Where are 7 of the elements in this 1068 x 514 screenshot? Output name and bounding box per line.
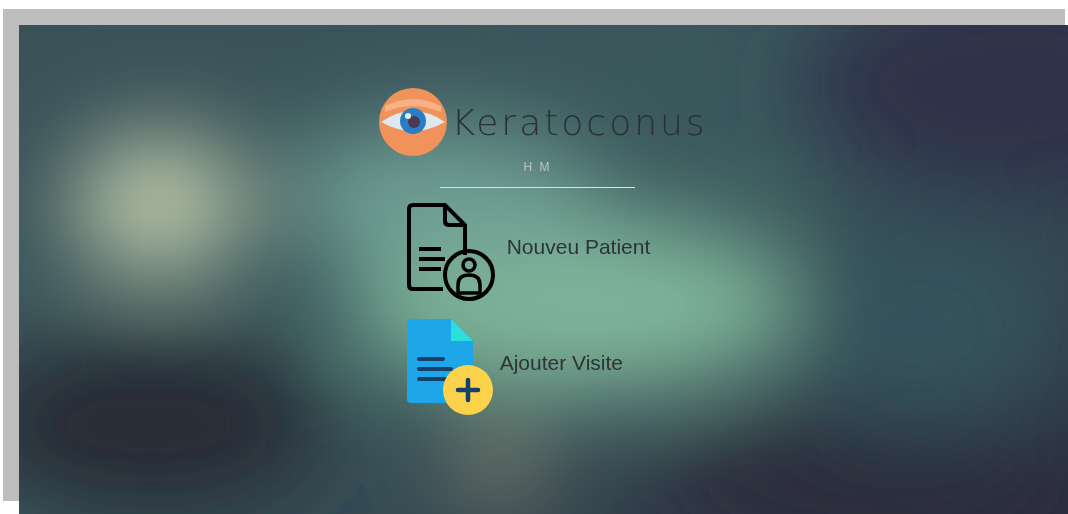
add-document-icon[interactable] [404,317,495,417]
patient-file-icon[interactable] [404,203,495,303]
eye-logo-icon [379,88,448,156]
menu-link[interactable]: Ajouter Visite [499,351,624,375]
menu-link[interactable]: Nouveu Patient [506,235,651,259]
app-title: Keratoconus [451,101,708,143]
app-subtitle: H M [523,160,552,174]
